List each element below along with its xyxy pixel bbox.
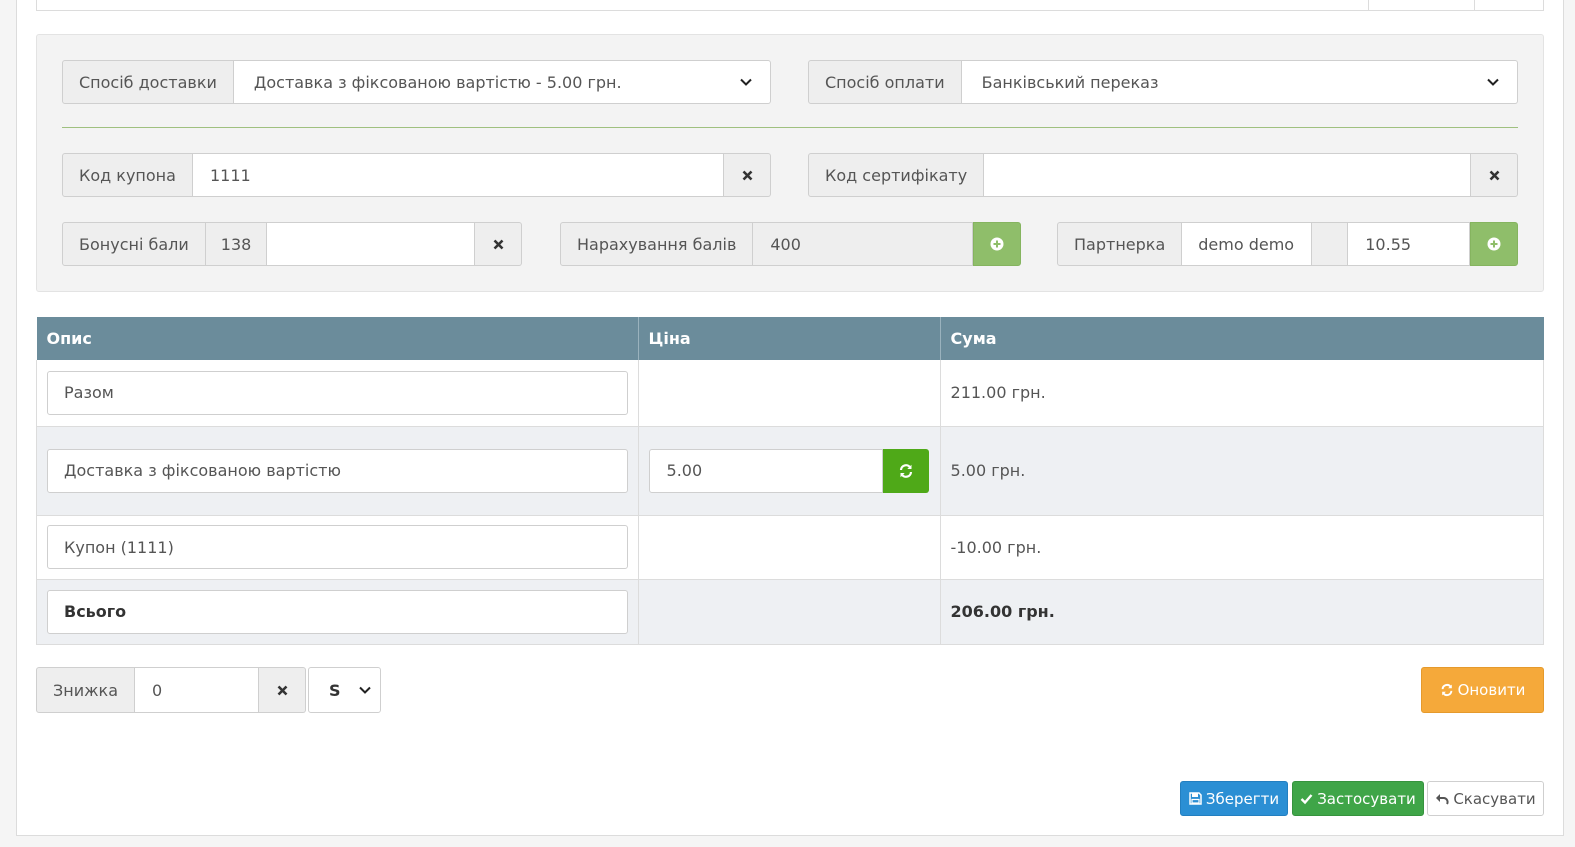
coupon-label: Код купона	[62, 153, 193, 197]
save-button[interactable]: Зберегти	[1180, 781, 1288, 816]
chevron-down-icon	[1487, 78, 1499, 86]
bonus-points-label: Бонусні бали	[62, 222, 206, 266]
shipping-method-group: Спосіб доставки Доставка з фіксованою ва…	[62, 60, 771, 104]
certificate-clear-button[interactable]	[1471, 153, 1518, 197]
table-row: Купон (1111) -10.00 грн.	[36, 515, 1545, 580]
partner-value-input[interactable]: 10.55	[1348, 222, 1470, 266]
points-accrual-add-button[interactable]	[973, 222, 1021, 266]
discount-group: Знижка 0 S	[36, 667, 381, 713]
floppy-icon	[1189, 792, 1202, 805]
refresh-icon	[1441, 683, 1452, 697]
order-totals-table: Опис Ціна Сума Разом 211.00 грн. Доставк…	[36, 317, 1545, 645]
payment-method-value: Банківський переказ	[981, 72, 1159, 92]
undo-icon	[1436, 794, 1449, 805]
partner-group: Партнерка demo demo 10.55	[1057, 222, 1518, 266]
certificate-group: Код сертифікату	[808, 153, 1518, 197]
bonus-points-group: Бонусні бали 138	[62, 222, 522, 266]
plus-circle-icon	[990, 237, 1004, 251]
cancel-button[interactable]: Скасувати	[1427, 781, 1544, 816]
coupon-group: Код купона 1111	[62, 153, 771, 197]
cancel-label: Скасувати	[1453, 789, 1536, 808]
shipping-price-refresh-button[interactable]	[882, 448, 929, 493]
close-icon	[742, 170, 752, 180]
coupon-input[interactable]: 1111	[192, 153, 724, 197]
total-description-input[interactable]: Всього	[47, 589, 628, 634]
table-row: Разом 211.00 грн.	[36, 360, 1545, 427]
total-sum-cell: 211.00 грн.	[940, 360, 1545, 427]
points-accrual-input[interactable]: 400	[753, 222, 973, 266]
apply-label: Застосувати	[1317, 789, 1416, 808]
shipping-method-select[interactable]: Доставка з фіксованою вартістю - 5.00 гр…	[233, 60, 771, 104]
partner-separator	[1312, 222, 1349, 266]
shipping-price-group: 5.00	[648, 448, 930, 493]
close-icon	[277, 685, 287, 695]
points-accrual-label: Нарахування балів	[560, 222, 754, 266]
close-icon	[493, 239, 503, 249]
table-row: Доставка з фіксованою вартістю 5.00 5.00…	[36, 426, 1545, 516]
total-sum-cell: 5.00 грн.	[940, 426, 1545, 516]
divider	[62, 127, 1518, 128]
column-header-description: Опис	[36, 317, 639, 360]
partner-label: Партнерка	[1057, 222, 1183, 266]
bonus-points-clear-button[interactable]	[475, 222, 522, 266]
total-price-cell	[638, 360, 941, 427]
points-accrual-group: Нарахування балів 400	[560, 222, 1021, 266]
shipping-price-input[interactable]: 5.00	[648, 448, 883, 493]
check-icon	[1300, 794, 1313, 805]
close-icon	[1489, 170, 1499, 180]
total-sum-cell: -10.00 грн.	[940, 515, 1545, 580]
previous-table-bottom	[36, 0, 1544, 11]
certificate-input[interactable]	[984, 153, 1471, 197]
chevron-down-icon	[740, 78, 752, 86]
partner-add-button[interactable]	[1470, 222, 1518, 266]
discount-clear-button[interactable]	[259, 667, 306, 713]
table-header-row: Опис Ціна Сума	[36, 317, 1544, 360]
coupon-clear-button[interactable]	[724, 153, 771, 197]
grand-total-cell: 206.00 грн.	[940, 579, 1545, 645]
bonus-points-input[interactable]	[267, 222, 475, 266]
plus-circle-icon	[1487, 237, 1501, 251]
shipping-method-label: Спосіб доставки	[62, 60, 234, 104]
discount-type-value: S	[329, 680, 341, 700]
total-description-input[interactable]: Купон (1111)	[47, 525, 628, 569]
total-price-cell	[638, 579, 941, 645]
refresh-totals-button[interactable]: Оновити	[1421, 667, 1544, 713]
payment-method-group: Спосіб оплати Банківський переказ	[808, 60, 1518, 104]
discount-label: Знижка	[36, 667, 135, 713]
column-header-sum: Сума	[940, 317, 1544, 360]
certificate-label: Код сертифікату	[808, 153, 985, 197]
bonus-points-balance: 138	[205, 222, 268, 266]
table-row: Всього 206.00 грн.	[36, 579, 1545, 645]
total-description-input[interactable]: Доставка з фіксованою вартістю	[47, 448, 628, 493]
payment-method-select[interactable]: Банківський переказ	[961, 60, 1518, 104]
payment-method-label: Спосіб оплати	[808, 60, 962, 104]
refresh-totals-label: Оновити	[1457, 681, 1526, 699]
apply-button[interactable]: Застосувати	[1292, 781, 1424, 816]
total-description-input[interactable]: Разом	[47, 370, 628, 415]
save-label: Зберегти	[1205, 789, 1280, 808]
column-header-price: Ціна	[638, 317, 941, 360]
total-price-cell	[638, 515, 941, 580]
partner-name-input[interactable]: demo demo	[1182, 222, 1313, 266]
shipping-method-value: Доставка з фіксованою вартістю - 5.00 гр…	[253, 72, 622, 92]
discount-type-select[interactable]: S	[308, 667, 381, 713]
refresh-icon	[899, 463, 912, 478]
chevron-down-icon	[359, 686, 371, 694]
discount-input[interactable]: 0	[135, 667, 259, 713]
